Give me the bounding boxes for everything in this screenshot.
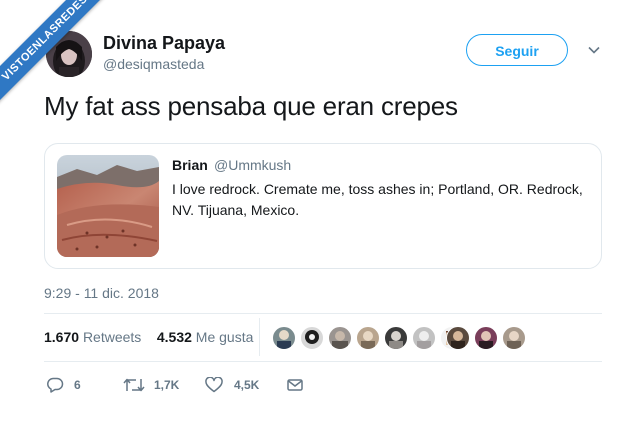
stats-separator: [259, 318, 260, 356]
watermark-text: VISTOENLASREDES: [0, 0, 110, 107]
likes-stat[interactable]: 4.532 Me gusta: [157, 329, 254, 345]
liker-avatar[interactable]: [356, 326, 380, 350]
chevron-down-icon[interactable]: [587, 43, 601, 57]
quoted-author-name: Brian: [172, 157, 208, 173]
message-icon[interactable]: [287, 377, 303, 393]
likes-label: Me gusta: [195, 329, 254, 345]
like-action-count[interactable]: 4,5K: [234, 378, 259, 392]
reply-icon[interactable]: [46, 377, 64, 393]
retweet-icon[interactable]: [123, 377, 145, 393]
quoted-author-handle: @Ummkush: [214, 157, 292, 173]
author-handle[interactable]: @desiqmasteda: [103, 56, 204, 72]
liker-avatar[interactable]: [474, 326, 498, 350]
divider: [44, 313, 602, 314]
tweet-timestamp[interactable]: 9:29 - 11 dic. 2018: [44, 285, 159, 301]
quoted-tweet-text: I love redrock. Cremate me, toss ashes i…: [172, 181, 583, 218]
heart-icon[interactable]: [205, 376, 223, 393]
likes-count: 4.532: [156, 329, 192, 345]
liker-avatar[interactable]: [300, 326, 324, 350]
follow-button[interactable]: Seguir: [466, 34, 568, 66]
divider: [44, 361, 602, 362]
retweet-label: Retweets: [82, 329, 142, 345]
liker-avatar[interactable]: [384, 326, 408, 350]
watermark-ribbon: VISTOENLASREDES: [0, 0, 110, 110]
liker-avatar[interactable]: [502, 326, 526, 350]
retweet-count: 1.670: [44, 329, 80, 345]
reply-count[interactable]: 6: [74, 378, 81, 392]
liker-avatar[interactable]: [272, 326, 296, 350]
retweet-stat[interactable]: 1.670 Retweets: [44, 329, 141, 345]
quoted-tweet[interactable]: Brian @Ummkush I love redrock. Cremate m…: [44, 143, 602, 269]
liker-avatar[interactable]: [328, 326, 352, 350]
tweet-card: VISTOENLASREDES Divina Papaya @desiqmast…: [0, 0, 644, 425]
liker-avatar[interactable]: [412, 326, 436, 350]
engagement-stats: 1.670 Retweets 4.532 Me gusta: [44, 329, 253, 345]
liker-avatar[interactable]: [446, 326, 470, 350]
author-name[interactable]: Divina Papaya: [103, 33, 225, 54]
quoted-tweet-image[interactable]: [57, 155, 159, 257]
retweet-action-count[interactable]: 1,7K: [154, 378, 179, 392]
